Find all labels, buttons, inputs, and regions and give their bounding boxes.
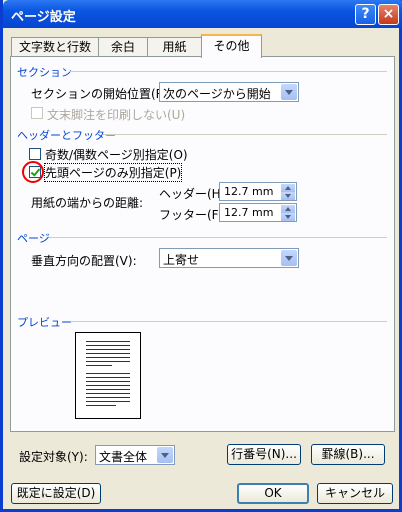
tab-char-lines[interactable]: 文字数と行数 [11, 37, 99, 57]
tab-paper[interactable]: 用紙 [147, 37, 202, 57]
line-numbers-button[interactable]: 行番号(N)... [227, 444, 301, 465]
set-default-button[interactable]: 既定に設定(D) [11, 483, 101, 504]
header-distance-spinner[interactable]: 12.7 mm [219, 182, 297, 201]
apply-to-select[interactable]: 文書全体 [95, 445, 175, 465]
suppress-endnotes-label: 文末脚注を印刷しない(U) [47, 108, 186, 122]
valign-select[interactable]: 上寄せ [159, 248, 299, 268]
help-button[interactable]: ? [355, 4, 376, 25]
odd-even-label: 奇数/偶数ページ別指定(O) [45, 148, 188, 162]
section-start-label: セクションの開始位置(R): [31, 87, 173, 101]
ok-button[interactable]: OK [237, 483, 309, 504]
page-setup-dialog: ページ設定 ? × 文字数と行数 余白 用紙 その他 セクション セクションの開… [0, 0, 402, 512]
section-start-value: 次のページから開始 [163, 87, 271, 101]
chevron-down-icon[interactable] [157, 447, 173, 463]
chevron-down-icon[interactable] [281, 84, 297, 100]
spin-down-icon[interactable] [281, 213, 295, 221]
dialog-title: ページ設定 [11, 10, 76, 25]
footer-distance-value: 12.7 mm [224, 206, 274, 219]
apply-to-value: 文書全体 [99, 450, 148, 464]
spin-up-icon[interactable] [281, 205, 295, 213]
header-footer-divider [103, 134, 387, 135]
highlight-circle [22, 161, 44, 183]
preview-heading: プレビュー [17, 316, 72, 329]
page-preview [75, 332, 141, 419]
section-heading: セクション [17, 66, 72, 79]
first-page-label: 先頭ページのみ別指定(P) [43, 163, 183, 182]
tab-margins[interactable]: 余白 [98, 37, 148, 57]
title-bar[interactable]: ページ設定 ? × [3, 0, 402, 28]
page-heading: ページ [17, 232, 50, 245]
header-distance-value: 12.7 mm [224, 185, 274, 198]
apply-to-label: 設定対象(Y): [19, 450, 88, 464]
distance-label: 用紙の端からの距離: [31, 196, 144, 210]
close-button[interactable]: × [378, 4, 399, 25]
odd-even-checkbox[interactable] [29, 148, 41, 160]
header-footer-heading: ヘッダーとフッター [17, 129, 116, 142]
spin-up-icon[interactable] [281, 184, 295, 192]
valign-value: 上寄せ [163, 253, 200, 267]
page-divider [49, 237, 387, 238]
cancel-button[interactable]: キャンセル [317, 483, 393, 504]
spin-down-icon[interactable] [281, 192, 295, 200]
section-start-select[interactable]: 次のページから開始 [159, 82, 299, 102]
section-divider [69, 71, 387, 72]
borders-button[interactable]: 罫線(B)... [311, 444, 385, 465]
suppress-endnotes-checkbox[interactable] [31, 107, 43, 119]
tab-other[interactable]: その他 [201, 34, 262, 58]
valign-label: 垂直方向の配置(V): [31, 254, 137, 268]
footer-distance-label: フッター(F): [159, 208, 228, 222]
preview-divider [71, 321, 387, 322]
chevron-down-icon[interactable] [281, 250, 297, 266]
footer-distance-spinner[interactable]: 12.7 mm [219, 203, 297, 222]
